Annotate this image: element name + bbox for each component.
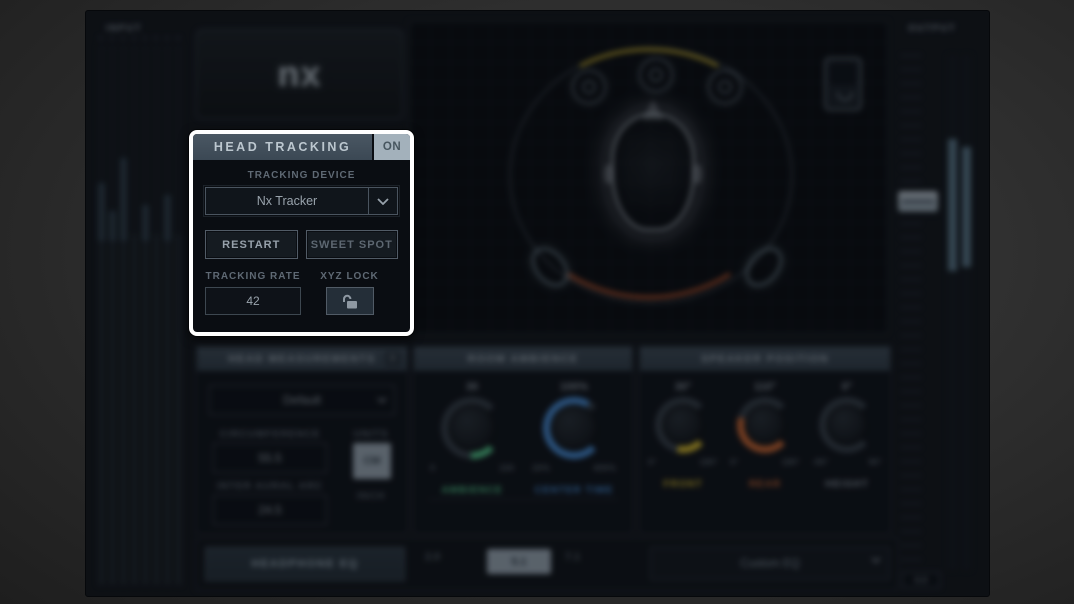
unlock-icon bbox=[341, 294, 359, 309]
sweet-spot-button[interactable]: SWEET SPOT bbox=[306, 230, 399, 259]
tracking-device-dropdown[interactable]: Nx Tracker bbox=[205, 187, 398, 215]
xyz-lock-label: XYZ LOCK bbox=[301, 271, 398, 282]
head-tracking-body: TRACKING DEVICE Nx Tracker RESTART SWEET… bbox=[193, 160, 410, 332]
tracking-rate-field[interactable]: 42 bbox=[205, 287, 301, 315]
restart-button[interactable]: RESTART bbox=[205, 230, 298, 259]
tracking-device-value: Nx Tracker bbox=[206, 188, 368, 214]
dropdown-chevron-section[interactable] bbox=[368, 188, 397, 214]
head-tracking-on-button[interactable]: ON bbox=[372, 134, 410, 160]
tracking-device-label: TRACKING DEVICE bbox=[205, 170, 398, 181]
xyz-lock-button[interactable] bbox=[326, 287, 374, 315]
tracking-rate-label: TRACKING RATE bbox=[205, 271, 301, 282]
head-tracking-title: HEAD TRACKING bbox=[193, 140, 372, 154]
head-tracking-panel: HEAD TRACKING ON TRACKING DEVICE Nx Trac… bbox=[189, 130, 414, 336]
nx-plugin-window: INPUT nx bbox=[85, 10, 990, 597]
chevron-down-icon bbox=[377, 198, 389, 205]
head-tracking-header: HEAD TRACKING ON bbox=[193, 134, 410, 160]
